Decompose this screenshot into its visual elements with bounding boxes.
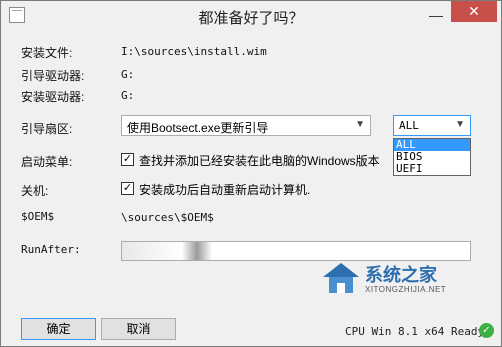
boot-menu-label: 启动菜单: [21, 155, 73, 169]
install-file-label: 安装文件: [21, 46, 73, 60]
watermark-url: XITONGZHIJIA.NET [365, 285, 447, 294]
cancel-button[interactable]: 取消 [101, 318, 176, 340]
boot-drive-label: 引导驱动器: [21, 69, 85, 83]
boot-mode-select-value: ALL [399, 119, 419, 132]
house-logo-icon [323, 263, 359, 293]
shutdown-checkbox[interactable]: ✓ [121, 182, 134, 195]
shutdown-checkbox-label: 安装成功后自动重新启动计算机. [139, 183, 311, 197]
dropdown-option-uefi[interactable]: UEFI [394, 163, 470, 175]
boot-sector-select-value: 使用Bootsect.exe更新引导 [127, 121, 269, 135]
shutdown-label: 关机: [21, 184, 49, 198]
oem-value: \sources\$OEM$ [121, 211, 214, 224]
runafter-label: RunAfter: [21, 243, 81, 256]
close-button[interactable]: ✕ [451, 1, 497, 22]
title-bar: 都准备好了吗？ — ✕ [1, 1, 501, 30]
install-drive-label: 安装驱动器: [21, 90, 85, 104]
chevron-down-icon: ▼ [355, 119, 365, 130]
check-icon: ✓ [479, 323, 494, 338]
boot-mode-select[interactable]: ALL ▼ [393, 115, 471, 136]
oem-label: $OEM$ [21, 210, 55, 223]
watermark-brand: 系统之家 [365, 265, 437, 285]
ok-button[interactable]: 确定 [21, 318, 96, 340]
boot-menu-checkbox-label: 查找并添加已经安装在此电脑的Windows版本 [139, 154, 380, 168]
boot-sector-label: 引导扇区: [21, 122, 73, 136]
watermark: 系统之家 XITONGZHIJIA.NET [319, 257, 479, 297]
minimize-button[interactable]: — [423, 6, 449, 24]
redacted-text [182, 242, 212, 260]
boot-mode-dropdown: ALL BIOS UEFI [393, 138, 471, 176]
dialog-window: 都准备好了吗？ — ✕ 安装文件: I:\sources\install.wim… [0, 0, 502, 347]
status-text: CPU Win 8.1 x64 Ready [345, 325, 485, 338]
boot-menu-checkbox[interactable]: ✓ [121, 153, 134, 166]
boot-drive-value: G: [121, 68, 135, 81]
install-drive-value: G: [121, 89, 135, 102]
install-file-value: I:\sources\install.wim [121, 45, 267, 58]
redacted-text [122, 242, 182, 260]
boot-sector-select[interactable]: 使用Bootsect.exe更新引导 ▼ [121, 115, 371, 136]
chevron-down-icon: ▼ [455, 119, 465, 130]
